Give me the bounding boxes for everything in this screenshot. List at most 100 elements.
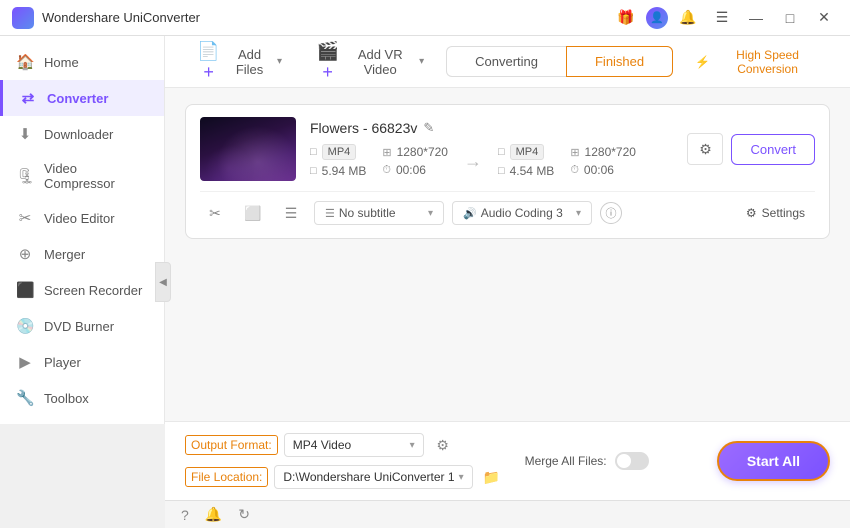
source-format-row: □ MP4 (310, 144, 366, 160)
sidebar-item-label: Player (44, 355, 81, 370)
file-settings-button[interactable]: ⚙ (687, 133, 723, 165)
output-settings-icon: ⚙ (436, 437, 449, 454)
titlebar: Wondershare UniConverter 🎁 👤 🔔 ☰ — □ ✕ (0, 0, 850, 36)
file-location-value: D:\Wondershare UniConverter 1 (283, 470, 454, 484)
editor-icon: ✂ (16, 209, 34, 227)
settings-text-button[interactable]: ⚙ Settings (736, 202, 815, 224)
high-speed-label: High Speed Conversion (715, 48, 820, 76)
resolution-icon: ⊞ (382, 146, 391, 159)
merge-toggle[interactable] (615, 452, 649, 470)
crop-button[interactable]: ⬜ (238, 200, 268, 226)
meta-source: □ MP4 □ 5.94 MB (310, 144, 448, 178)
dest-resolution: 1280*720 (585, 145, 636, 159)
subtitle-chevron-icon: ▾ (428, 208, 433, 219)
output-format-field: Output Format: MP4 Video ▾ ⚙ (185, 432, 505, 458)
tab-finished-label: Finished (595, 54, 644, 69)
effects-button[interactable]: ☰ (276, 200, 306, 226)
add-file-icon: 📄+ (195, 41, 222, 83)
close-button[interactable]: ✕ (810, 6, 838, 30)
sidebar-item-downloader[interactable]: ⬇ Downloader (0, 116, 164, 152)
minimize-button[interactable]: — (742, 6, 770, 30)
sidebar: 🏠 Home ⇄ Converter ⬇ Downloader 🗜 Video … (0, 36, 165, 424)
output-format-settings-button[interactable]: ⚙ (430, 432, 456, 458)
notification-bell-icon[interactable]: 🔔 (205, 506, 222, 523)
subtitle-select[interactable]: ☰ No subtitle ▾ (314, 201, 444, 225)
sidebar-item-label: Video Editor (44, 211, 115, 226)
add-vr-chevron-icon: ▾ (419, 56, 424, 67)
app-title: Wondershare UniConverter (42, 10, 612, 25)
bottom-footer: Output Format: MP4 Video ▾ ⚙ File Locati… (165, 421, 850, 500)
gift-icon[interactable]: 🎁 (612, 6, 640, 30)
sidebar-item-home[interactable]: 🏠 Home (0, 44, 164, 80)
source-duration-row: ⏱ 00:06 (382, 163, 448, 177)
sidebar-item-converter[interactable]: ⇄ Converter (0, 80, 164, 116)
sidebar-item-label: Converter (47, 91, 108, 106)
file-card-bottom: ✂ ⬜ ☰ ☰ No subtitle ▾ 🔊 Aud (200, 191, 815, 226)
dest-detail-col: ⊞ 1280*720 ⏱ 00:06 (570, 145, 636, 177)
tab-converting[interactable]: Converting (446, 46, 566, 77)
dest-size: 4.54 MB (510, 164, 555, 178)
sidebar-item-toolbox[interactable]: 🔧 Toolbox (0, 380, 164, 416)
subtitle-label: No subtitle (339, 206, 396, 220)
add-vr-label: Add VR Video (346, 47, 414, 77)
file-meta: □ MP4 □ 5.94 MB (310, 144, 673, 178)
sidebar-wrapper: 🏠 Home ⇄ Converter ⬇ Downloader 🗜 Video … (0, 36, 165, 528)
cut-icon: ✂ (209, 205, 221, 222)
compressor-icon: 🗜 (16, 167, 34, 185)
settings-text-label: Settings (762, 206, 805, 220)
sidebar-item-label: DVD Burner (44, 319, 114, 334)
add-files-label: Add Files (227, 47, 272, 77)
info-icon: ⓘ (606, 205, 617, 221)
browse-folder-button[interactable]: 📁 (479, 464, 505, 490)
convert-button[interactable]: Convert (731, 134, 815, 165)
dest-format-icon: □ (498, 146, 505, 158)
audio-select[interactable]: 🔊 Audio Coding 3 ▾ (452, 201, 592, 225)
subtitle-icon: ☰ (325, 207, 335, 220)
maximize-button[interactable]: □ (776, 6, 804, 30)
menu-icon[interactable]: ☰ (708, 6, 736, 30)
merge-label: Merge All Files: (525, 454, 607, 468)
sidebar-item-dvd-burner[interactable]: 💿 DVD Burner (0, 308, 164, 344)
status-bar: ? 🔔 ↻ (165, 500, 850, 528)
sidebar-item-video-compressor[interactable]: 🗜 Video Compressor (0, 152, 164, 200)
start-all-button[interactable]: Start All (717, 441, 830, 481)
sidebar-item-player[interactable]: ▶ Player (0, 344, 164, 380)
output-format-label: Output Format: (185, 435, 278, 455)
audio-label: Audio Coding 3 (481, 206, 563, 220)
edit-filename-icon[interactable]: ✎ (423, 120, 434, 136)
bell-icon[interactable]: 🔔 (674, 6, 702, 30)
high-speed-button[interactable]: ⚡ High Speed Conversion (685, 43, 830, 81)
sidebar-item-merger[interactable]: ⊕ Merger (0, 236, 164, 272)
add-vr-icon: 🎬+ (314, 41, 341, 83)
user-avatar[interactable]: 👤 (646, 7, 668, 29)
tab-finished[interactable]: Finished (566, 46, 673, 77)
collapse-sidebar-button[interactable]: ◀ (155, 262, 171, 302)
add-vr-button[interactable]: 🎬+ Add VR Video ▾ (304, 36, 434, 89)
sidebar-item-label: Screen Recorder (44, 283, 142, 298)
source-detail-col: ⊞ 1280*720 ⏱ 00:06 (382, 145, 448, 177)
sidebar-item-screen-recorder[interactable]: ⬛ Screen Recorder (0, 272, 164, 308)
sidebar-item-video-editor[interactable]: ✂ Video Editor (0, 200, 164, 236)
file-settings-icon: ⚙ (699, 141, 712, 158)
window-controls: 🎁 👤 🔔 ☰ — □ ✕ (612, 6, 838, 30)
dest-format: MP4 (510, 144, 545, 160)
recorder-icon: ⬛ (16, 281, 34, 299)
output-format-select[interactable]: MP4 Video ▾ (284, 433, 424, 457)
sidebar-item-label: Merger (44, 247, 85, 262)
dvd-icon: 💿 (16, 317, 34, 335)
app-logo (12, 7, 34, 29)
file-location-select[interactable]: D:\Wondershare UniConverter 1 ▾ (274, 465, 472, 489)
help-icon[interactable]: ? (181, 507, 189, 523)
refresh-icon[interactable]: ↻ (238, 506, 250, 523)
crop-icon: ⬜ (244, 205, 261, 222)
cut-button[interactable]: ✂ (200, 200, 230, 226)
add-files-button[interactable]: 📄+ Add Files ▾ (185, 36, 292, 89)
duration-icon: ⏱ (382, 164, 391, 177)
file-location-field: File Location: D:\Wondershare UniConvert… (185, 464, 505, 490)
top-toolbar: 📄+ Add Files ▾ 🎬+ Add VR Video ▾ Convert… (165, 36, 850, 88)
file-card-actions: ⚙ Convert (687, 133, 815, 165)
dest-col: □ MP4 □ 4.54 MB (498, 144, 554, 178)
downloader-icon: ⬇ (16, 125, 34, 143)
sidebar-item-label: Home (44, 55, 79, 70)
info-button[interactable]: ⓘ (600, 202, 622, 224)
